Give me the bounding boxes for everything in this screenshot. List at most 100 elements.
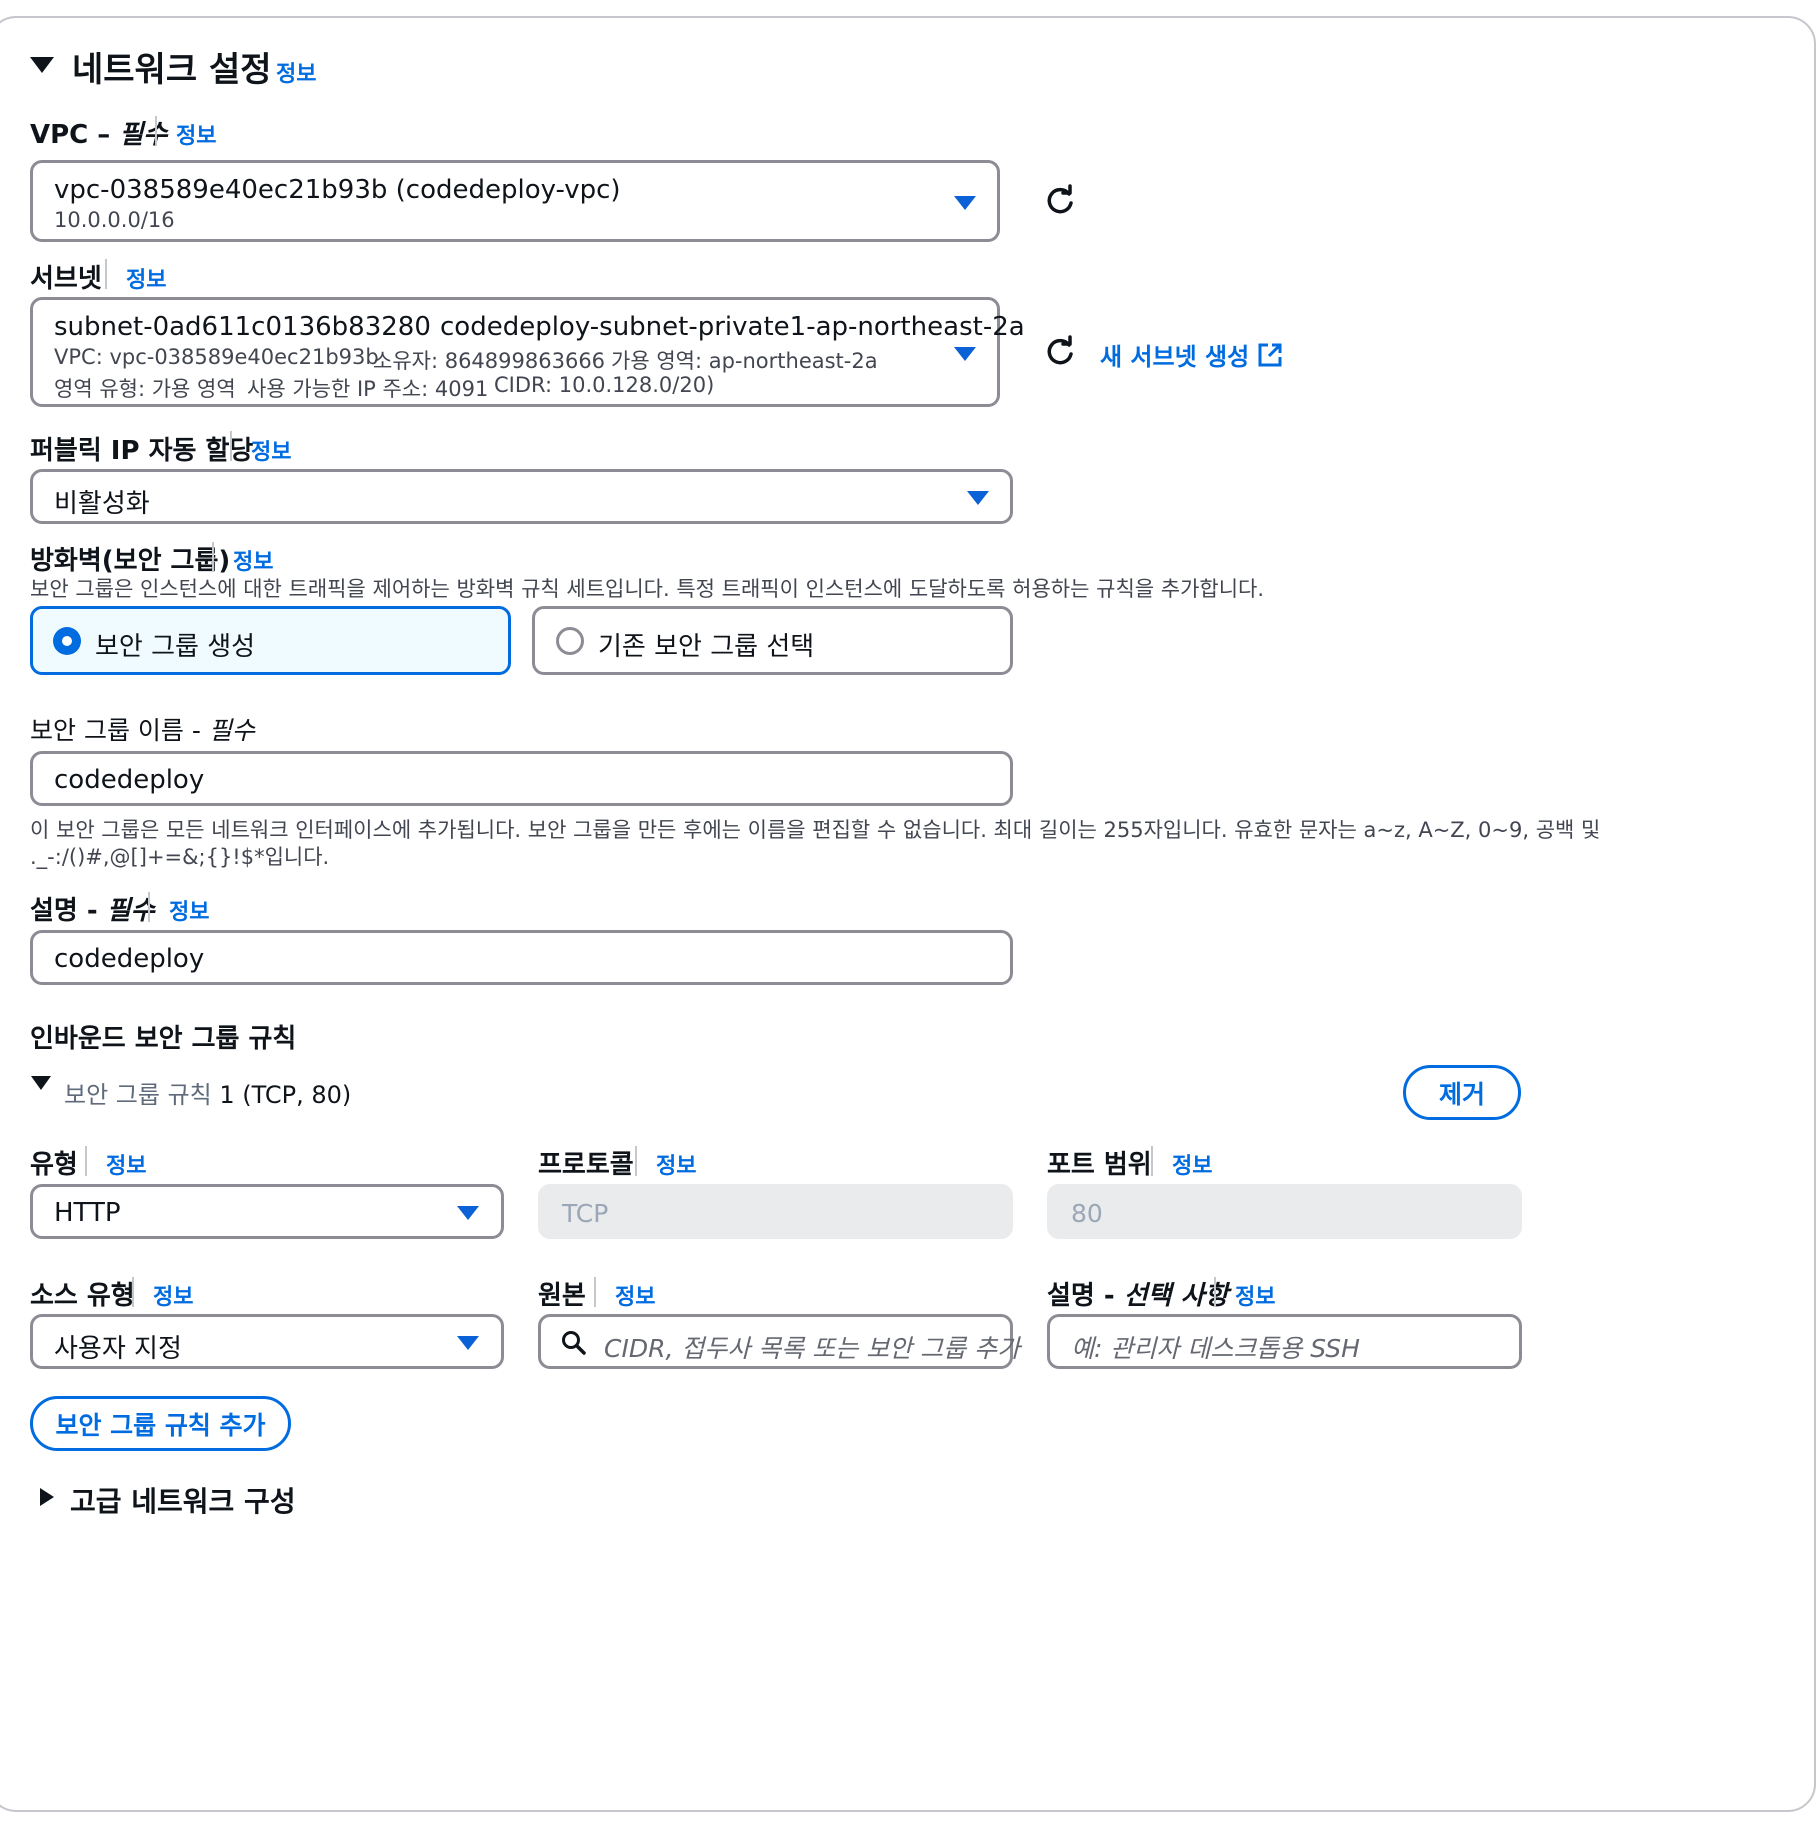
chevron-down-icon xyxy=(967,491,989,505)
port-range-field: 80 xyxy=(1047,1184,1522,1239)
description-info-link[interactable]: 정보 xyxy=(169,894,209,926)
chevron-down-icon xyxy=(954,347,976,361)
type-select[interactable]: HTTP xyxy=(30,1184,504,1239)
rule-title-suffix: 1 (TCP, 80) xyxy=(219,1081,352,1109)
subnet-label: 서브넷 xyxy=(30,264,102,294)
add-security-group-rule-button[interactable]: 보안 그룹 규칙 추가 xyxy=(30,1396,291,1451)
vpc-required: 필수 xyxy=(119,120,168,150)
radio-existing-security-group[interactable]: 기존 보안 그룹 선택 xyxy=(532,606,1013,675)
subnet-select[interactable]: subnet-0ad611c0136b83280 codedeploy-subn… xyxy=(30,297,1025,407)
divider xyxy=(155,116,157,146)
public-ip-value: 비활성화 xyxy=(54,489,150,519)
divider xyxy=(1151,1146,1153,1176)
create-subnet-label: 새 서브넷 생성 xyxy=(1100,343,1250,371)
divider xyxy=(1214,1277,1216,1307)
radio-existing-label: 기존 보안 그룹 선택 xyxy=(598,632,815,662)
divider xyxy=(212,542,214,572)
protocol-label: 프로토콜 xyxy=(538,1150,634,1180)
protocol-info-link[interactable]: 정보 xyxy=(656,1148,696,1180)
source-search-input[interactable]: CIDR, 접두사 목록 또는 보안 그룹 추가 xyxy=(538,1314,1020,1369)
source-type-label: 소스 유형 xyxy=(30,1281,135,1311)
divider xyxy=(230,431,232,461)
sg-name-help-1: 이 보안 그룹은 모든 네트워크 인터페이스에 추가됩니다. 보안 그룹을 만든… xyxy=(30,818,1601,842)
rule-description-input[interactable]: 예: 관리자 데스크톱용 SSH xyxy=(1047,1314,1522,1369)
source-type-info-link[interactable]: 정보 xyxy=(153,1279,193,1311)
refresh-icon[interactable] xyxy=(1043,335,1077,369)
section-title: 네트워크 설정 xyxy=(72,50,272,90)
search-icon xyxy=(561,1330,587,1356)
rule-description-label-text: 설명 - xyxy=(1047,1281,1115,1311)
radio-create-security-group[interactable]: 보안 그룹 생성 xyxy=(30,606,511,675)
sg-name-label: 보안 그룹 이름 - 필수 xyxy=(30,711,255,747)
radio-unselected-icon xyxy=(556,627,584,655)
vpc-label: VPC – 필수 xyxy=(30,114,167,151)
sg-name-label-text: 보안 그룹 이름 - xyxy=(30,716,201,745)
divider xyxy=(594,1277,596,1307)
source-info-link[interactable]: 정보 xyxy=(615,1279,655,1311)
vpc-label-text: VPC – xyxy=(30,120,111,150)
network-settings-panel xyxy=(0,16,1816,1812)
type-info-link[interactable]: 정보 xyxy=(106,1148,146,1180)
rule-description-info-link[interactable]: 정보 xyxy=(1235,1279,1275,1311)
rule-description-placeholder: 예: 관리자 데스크톱용 SSH xyxy=(1071,1334,1360,1363)
sg-name-help-2: ._-:/()#,@[]+=&;{}!$*입니다. xyxy=(30,845,330,869)
radio-create-label: 보안 그룹 생성 xyxy=(95,632,256,662)
chevron-down-icon xyxy=(457,1336,479,1350)
source-label: 원본 xyxy=(538,1281,586,1311)
rule-title: 보안 그룹 규칙 1 (TCP, 80) xyxy=(64,1075,351,1110)
divider xyxy=(635,1146,637,1176)
subnet-info-link[interactable]: 정보 xyxy=(126,262,166,294)
sg-name-required: 필수 xyxy=(208,716,255,745)
subnet-owner: 소유자: 864899863666 xyxy=(373,349,606,373)
description-input[interactable]: codedeploy xyxy=(30,930,1013,985)
description-value: codedeploy xyxy=(54,944,205,974)
type-label: 유형 xyxy=(30,1150,78,1180)
subnet-name: codedeploy-subnet-private1-ap-northeast-… xyxy=(440,312,1025,342)
remove-rule-button[interactable]: 제거 xyxy=(1403,1065,1521,1120)
sg-name-input[interactable]: codedeploy xyxy=(30,751,1013,806)
vpc-cidr: 10.0.0.0/16 xyxy=(54,208,175,232)
create-subnet-link[interactable]: 새 서브넷 생성 xyxy=(1100,337,1283,372)
type-value: HTTP xyxy=(54,1198,121,1228)
rule-collapse-icon[interactable] xyxy=(31,1076,51,1090)
subnet-id: subnet-0ad611c0136b83280 xyxy=(54,312,431,342)
source-type-select[interactable]: 사용자 지정 xyxy=(30,1314,504,1369)
public-ip-select[interactable]: 비활성화 xyxy=(30,469,1013,524)
firewall-info-link[interactable]: 정보 xyxy=(233,544,273,576)
public-ip-info-link[interactable]: 정보 xyxy=(251,434,291,466)
divider xyxy=(85,1146,87,1176)
protocol-value: TCP xyxy=(562,1199,609,1228)
divider xyxy=(105,259,107,289)
firewall-description: 보안 그룹은 인스턴스에 대한 트래픽을 제어하는 방화벽 규칙 세트입니다. … xyxy=(30,577,1265,601)
port-range-label: 포트 범위 xyxy=(1047,1150,1152,1180)
subnet-vpc: VPC: vpc-038589e40ec21b93b xyxy=(54,345,379,369)
refresh-icon[interactable] xyxy=(1043,184,1077,218)
description-label: 설명 - 필수 xyxy=(30,890,155,927)
inbound-rules-title: 인바운드 보안 그룹 규칙 xyxy=(30,1024,297,1054)
vpc-value: vpc-038589e40ec21b93b (codedeploy-vpc) xyxy=(54,175,621,205)
divider xyxy=(148,892,150,922)
section-info-link[interactable]: 정보 xyxy=(276,56,316,88)
advanced-expand-icon[interactable] xyxy=(40,1488,54,1506)
radio-selected-icon xyxy=(53,627,81,655)
source-placeholder: CIDR, 접두사 목록 또는 보안 그룹 추가 xyxy=(604,1334,1021,1363)
subnet-available-ip: 사용 가능한 IP 주소: 4091 xyxy=(247,377,489,401)
description-label-text: 설명 - xyxy=(30,896,98,926)
protocol-field: TCP xyxy=(538,1184,1013,1239)
vpc-select[interactable]: vpc-038589e40ec21b93b (codedeploy-vpc) 1… xyxy=(30,160,1000,242)
port-range-value: 80 xyxy=(1071,1199,1103,1228)
vpc-info-link[interactable]: 정보 xyxy=(176,118,216,150)
rule-title-text: 보안 그룹 규칙 xyxy=(64,1081,212,1109)
chevron-down-icon xyxy=(954,196,976,210)
advanced-network-title[interactable]: 고급 네트워크 구성 xyxy=(70,1480,296,1520)
external-link-icon xyxy=(1257,342,1283,368)
divider xyxy=(132,1277,134,1307)
chevron-down-icon xyxy=(457,1206,479,1220)
rule-description-label: 설명 - 선택 사항 xyxy=(1047,1275,1228,1312)
port-range-info-link[interactable]: 정보 xyxy=(1172,1148,1212,1180)
subnet-zone-type: 영역 유형: 가용 영역 xyxy=(54,377,236,401)
source-type-value: 사용자 지정 xyxy=(54,1334,182,1364)
section-collapse-icon[interactable] xyxy=(30,57,54,73)
rule-description-optional: 선택 사항 xyxy=(1123,1281,1229,1311)
subnet-cidr: CIDR: 10.0.128.0/20) xyxy=(494,373,715,397)
